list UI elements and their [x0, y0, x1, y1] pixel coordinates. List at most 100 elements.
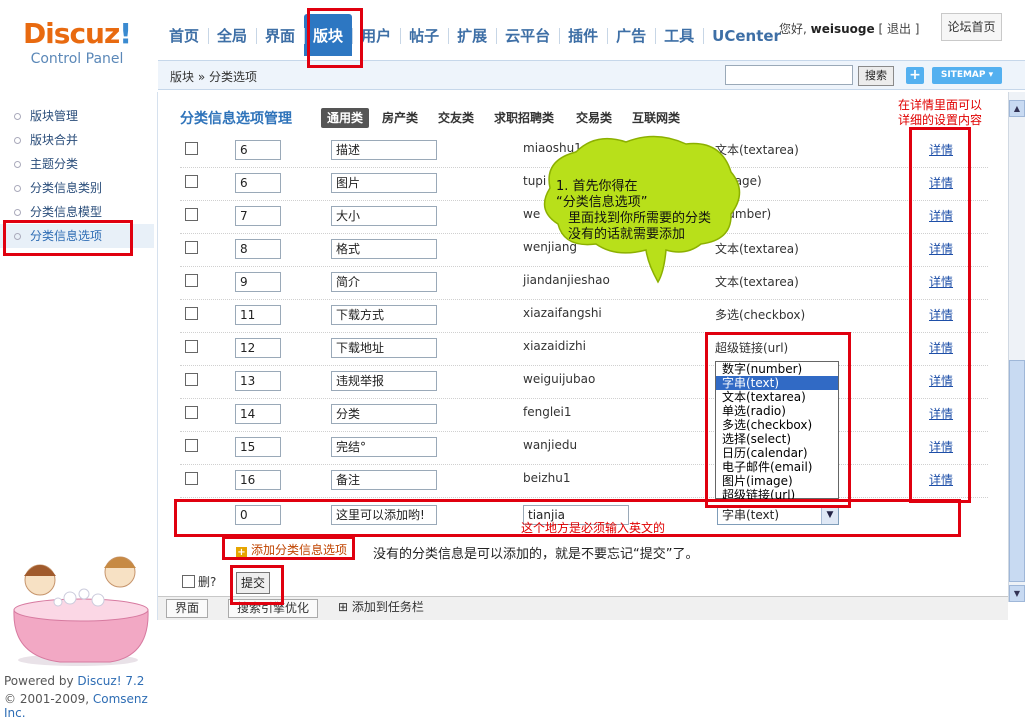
order-input[interactable]: 9: [235, 272, 281, 292]
sidebar-item-forum-manage[interactable]: 版块管理: [0, 104, 154, 128]
tab-users[interactable]: 用户: [352, 14, 400, 56]
order-input[interactable]: 15: [235, 437, 281, 457]
type-dropdown[interactable]: 数字(number) 字串(text) 文本(textarea) 单选(radio) 多…: [715, 361, 839, 502]
detail-link[interactable]: 详情: [929, 339, 953, 356]
tab-posts[interactable]: 帖子: [400, 14, 448, 56]
order-input[interactable]: 13: [235, 371, 281, 391]
submit-button[interactable]: 提交: [236, 572, 270, 594]
dropdown-option[interactable]: 字串(text): [716, 376, 838, 390]
logout-link[interactable]: [ 退出 ]: [878, 22, 919, 36]
order-input[interactable]: 6: [235, 140, 281, 160]
tab-real-estate[interactable]: 房产类: [376, 108, 424, 128]
tab-global[interactable]: 全局: [208, 14, 256, 56]
sidebar-item-info-model[interactable]: 分类信息模型: [0, 200, 154, 224]
detail-link[interactable]: 详情: [929, 471, 953, 488]
taskbar-add[interactable]: ⊞ 添加到任务栏: [330, 599, 432, 618]
order-input[interactable]: 6: [235, 173, 281, 193]
dropdown-option[interactable]: 文本(textarea): [716, 390, 838, 404]
tab-trade[interactable]: 交易类: [570, 108, 618, 128]
name-input[interactable]: 简介: [331, 272, 437, 292]
name-input[interactable]: 大小: [331, 206, 437, 226]
new-order-input[interactable]: 0: [235, 505, 281, 525]
detail-link[interactable]: 详情: [929, 306, 953, 323]
dropdown-option[interactable]: 电子邮件(email): [716, 460, 838, 474]
detail-link[interactable]: 详情: [929, 174, 953, 191]
order-input[interactable]: 16: [235, 470, 281, 490]
order-input[interactable]: 8: [235, 239, 281, 259]
scroll-up-icon[interactable]: ▲: [1009, 100, 1025, 117]
sidebar-item-thread-types[interactable]: 主题分类: [0, 152, 154, 176]
tab-internet[interactable]: 互联网类: [626, 108, 686, 128]
dropdown-option[interactable]: 多选(checkbox): [716, 418, 838, 432]
dropdown-option[interactable]: 超级链接(url): [716, 488, 838, 502]
delete-checkbox[interactable]: [182, 575, 195, 588]
tab-dating[interactable]: 交友类: [432, 108, 480, 128]
row-checkbox[interactable]: [185, 175, 198, 188]
taskbar-item-interface[interactable]: 界面: [166, 599, 209, 618]
dropdown-option[interactable]: 单选(radio): [716, 404, 838, 418]
tab-plugins[interactable]: 插件: [559, 14, 607, 56]
row-checkbox[interactable]: [185, 241, 198, 254]
name-input[interactable]: 完结°: [331, 437, 437, 457]
name-input[interactable]: 分类: [331, 404, 437, 424]
forum-home-button[interactable]: 论坛首页: [941, 13, 1002, 41]
dropdown-option[interactable]: 数字(number): [716, 362, 838, 376]
add-shortcut-button[interactable]: +: [906, 67, 924, 84]
new-type-select[interactable]: 字串(text) ▼: [717, 506, 839, 525]
row-checkbox[interactable]: [185, 439, 198, 452]
name-input[interactable]: 备注: [331, 470, 437, 490]
row-checkbox[interactable]: [185, 307, 198, 320]
order-input[interactable]: 7: [235, 206, 281, 226]
order-input[interactable]: 14: [235, 404, 281, 424]
taskbar-item-seo[interactable]: 搜索引擎优化: [228, 599, 319, 618]
detail-link[interactable]: 详情: [929, 438, 953, 455]
tab-forums[interactable]: 版块: [304, 14, 353, 56]
add-option-link[interactable]: + 添加分类信息选项: [236, 541, 347, 558]
dropdown-option[interactable]: 图片(image): [716, 474, 838, 488]
name-input[interactable]: 下载方式: [331, 305, 437, 325]
order-input[interactable]: 12: [235, 338, 281, 358]
detail-link[interactable]: 详情: [929, 141, 953, 158]
sidebar-item-info-category[interactable]: 分类信息类别: [0, 176, 154, 200]
dropdown-option[interactable]: 选择(select): [716, 432, 838, 446]
search-button[interactable]: 搜索: [858, 66, 894, 86]
dropdown-option[interactable]: 日历(calendar): [716, 446, 838, 460]
search-input[interactable]: [725, 65, 853, 85]
row-checkbox[interactable]: [185, 208, 198, 221]
name-input[interactable]: 下载地址: [331, 338, 437, 358]
tab-ads[interactable]: 广告: [607, 14, 655, 56]
tab-home[interactable]: 首页: [160, 14, 208, 56]
tab-jobs[interactable]: 求职招聘类: [488, 108, 560, 128]
tab-cloud[interactable]: 云平台: [496, 14, 559, 56]
delete-toggle[interactable]: 删?: [182, 573, 216, 590]
scroll-thumb[interactable]: [1009, 360, 1025, 582]
row-checkbox[interactable]: [185, 406, 198, 419]
name-input[interactable]: 图片: [331, 173, 437, 193]
tab-general[interactable]: 通用类: [321, 108, 370, 128]
scroll-down-icon[interactable]: ▼: [1009, 585, 1025, 602]
sitemap-button[interactable]: SITEMAP ▾: [932, 67, 1002, 84]
row-checkbox[interactable]: [185, 142, 198, 155]
order-input[interactable]: 11: [235, 305, 281, 325]
detail-link[interactable]: 详情: [929, 240, 953, 257]
sidebar-item-forum-merge[interactable]: 版块合并: [0, 128, 154, 152]
tab-ucenter[interactable]: UCenter: [703, 14, 790, 56]
scrollbar[interactable]: ▲ ▼: [1008, 92, 1025, 602]
name-input[interactable]: 格式: [331, 239, 437, 259]
detail-link[interactable]: 详情: [929, 372, 953, 389]
tab-extensions[interactable]: 扩展: [448, 14, 496, 56]
row-checkbox[interactable]: [185, 472, 198, 485]
row-checkbox[interactable]: [185, 340, 198, 353]
chevron-down-icon[interactable]: ▼: [821, 507, 838, 524]
detail-link[interactable]: 详情: [929, 273, 953, 290]
tab-interface[interactable]: 界面: [256, 14, 304, 56]
detail-link[interactable]: 详情: [929, 405, 953, 422]
sidebar-item-info-options[interactable]: 分类信息选项: [0, 224, 154, 248]
row-checkbox[interactable]: [185, 274, 198, 287]
new-name-input[interactable]: 这里可以添加哟!: [331, 505, 437, 525]
row-checkbox[interactable]: [185, 373, 198, 386]
name-input[interactable]: 违规举报: [331, 371, 437, 391]
name-input[interactable]: 描述: [331, 140, 437, 160]
detail-link[interactable]: 详情: [929, 207, 953, 224]
tab-tools[interactable]: 工具: [655, 14, 703, 56]
